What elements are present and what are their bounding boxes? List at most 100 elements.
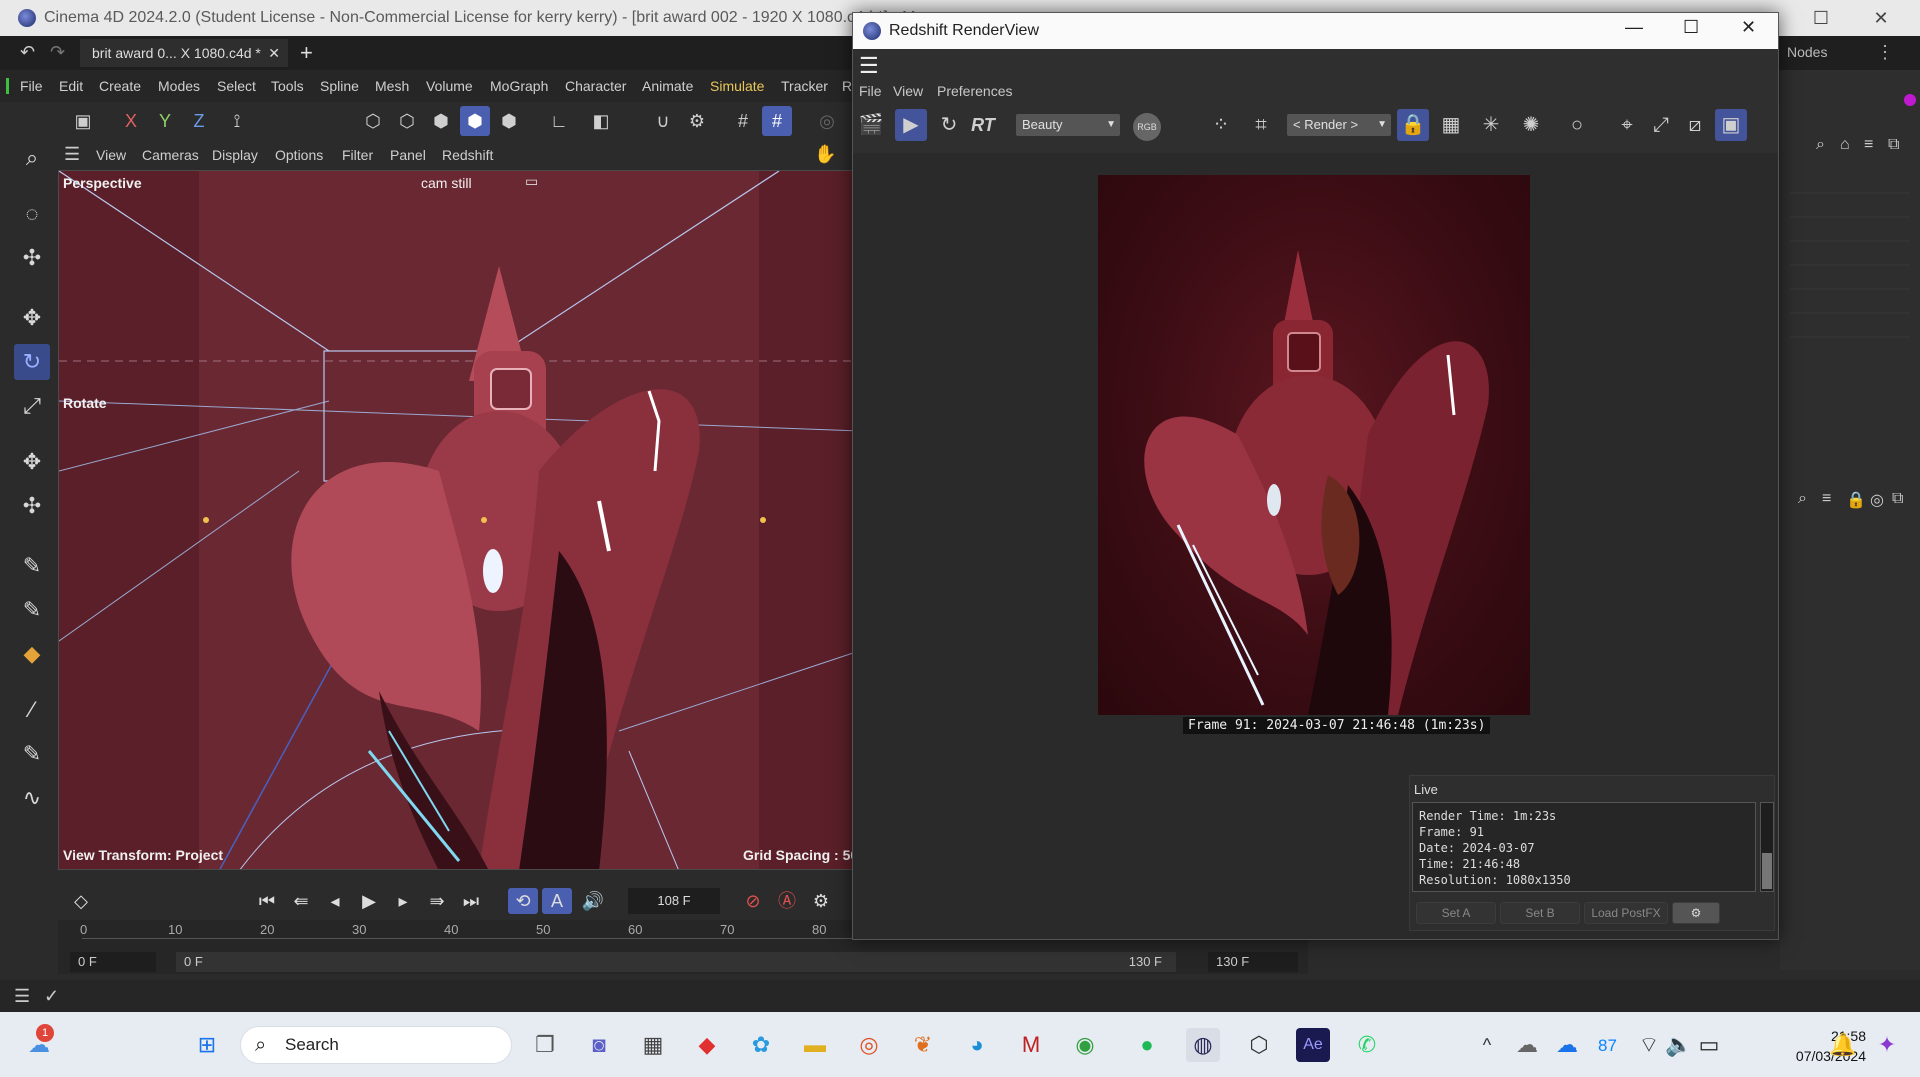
scale-icon[interactable]: ⤢ — [14, 388, 50, 424]
current-frame-field[interactable]: 108 F — [628, 888, 720, 914]
weight-icon[interactable]: ∿ — [14, 780, 50, 816]
filter-icon[interactable]: ≡ — [1822, 490, 1831, 508]
windows-start-icon[interactable]: ⊞ — [190, 1028, 224, 1062]
vp-menu-redshift[interactable]: Redshift — [442, 147, 493, 163]
set-a-button[interactable]: Set A — [1416, 902, 1496, 924]
uv-mode-icon[interactable]: ⬢ — [494, 106, 524, 136]
redo-icon[interactable]: ↷ — [50, 42, 65, 63]
volume-icon[interactable]: 🔈 — [1662, 1028, 1696, 1062]
cinema4d-taskbar-icon[interactable]: ◍ — [1186, 1028, 1220, 1062]
rs-menu-file[interactable]: File — [859, 83, 882, 99]
loop-icon[interactable]: ⟲ — [508, 888, 538, 914]
viewport-name[interactable]: Perspective — [63, 175, 142, 191]
mcafee-icon[interactable]: M — [1014, 1028, 1048, 1062]
rt-mode-icon[interactable]: RT — [967, 109, 999, 141]
postfx-settings-icon[interactable]: ⚙ — [1672, 902, 1720, 924]
new-window-icon[interactable]: ⧉ — [1888, 136, 1899, 154]
scrollbar-thumb[interactable] — [1762, 853, 1772, 889]
bucket-grid-icon[interactable]: ▦ — [1435, 109, 1467, 141]
magnet-icon[interactable]: ∪ — [648, 106, 678, 136]
rs-hamburger-icon[interactable]: ☰ — [859, 53, 879, 79]
nodes-label[interactable]: Nodes — [1787, 44, 1827, 60]
edge-icon[interactable]: ◕ — [960, 1028, 994, 1062]
vp-menu-panel[interactable]: Panel — [390, 147, 426, 163]
axis-mode-icon[interactable]: ∟ — [544, 106, 574, 136]
menu-modes[interactable]: Modes — [158, 78, 200, 94]
menu-edit[interactable]: Edit — [59, 78, 83, 94]
load-postfx-button[interactable]: Load PostFX — [1584, 902, 1668, 924]
viewport-camera[interactable]: cam still — [421, 175, 472, 191]
hamburger-icon[interactable]: ☰ — [64, 144, 80, 165]
copilot-icon[interactable]: ✦ — [1870, 1028, 1904, 1062]
cubes-icon[interactable]: ◆ — [14, 636, 50, 672]
zoom-search-icon[interactable]: ⌕ — [14, 140, 50, 176]
compare-icon[interactable]: ⧄ — [1679, 109, 1711, 141]
max-frame-field[interactable]: 130 F — [1208, 952, 1298, 972]
onedrive-icon[interactable]: ☁ — [1550, 1028, 1584, 1062]
status-menu-icon[interactable]: ☰ — [14, 986, 30, 1007]
points-mode-icon[interactable]: ⬡ — [358, 106, 388, 136]
vp-menu-options[interactable]: Options — [275, 147, 323, 163]
select-tools-icon[interactable]: ✣ — [14, 240, 50, 276]
image-snapshot-icon[interactable]: ▣ — [1715, 109, 1747, 141]
status-check-icon[interactable]: ✓ — [44, 986, 59, 1007]
target-icon[interactable]: ◎ — [1870, 490, 1884, 510]
menu-animate[interactable]: Animate — [642, 78, 693, 94]
crop-icon[interactable]: ⌗ — [1245, 109, 1277, 141]
info-scrollbar[interactable] — [1760, 802, 1774, 892]
coordinate-system-icon[interactable]: ⟟ — [222, 106, 252, 136]
filter-icon[interactable]: ≡ — [1864, 136, 1873, 154]
close-tab-icon[interactable]: ✕ — [268, 39, 280, 67]
lock-icon[interactable]: 🔒 — [1846, 490, 1866, 510]
knife-icon[interactable]: ✎ — [14, 736, 50, 772]
polygons-mode-icon[interactable]: ⬢ — [426, 106, 456, 136]
vp-menu-view[interactable]: View — [96, 147, 126, 163]
app-creative-icon[interactable]: ✿ — [744, 1028, 778, 1062]
clapper-icon[interactable]: 🎬 — [855, 109, 887, 141]
transform-icon[interactable]: ✥ — [14, 444, 50, 480]
auto-key-icon[interactable]: A — [542, 888, 572, 914]
camera-icon[interactable]: ▭ — [525, 173, 538, 190]
vp-menu-filter[interactable]: Filter — [342, 147, 373, 163]
menu-character[interactable]: Character — [565, 78, 626, 94]
rs-maximize-button[interactable]: ☐ — [1683, 17, 1699, 38]
task-view-icon[interactable]: ❐ — [528, 1028, 562, 1062]
y-axis-lock-icon[interactable]: Y — [150, 106, 180, 136]
previous-key-icon[interactable]: ⇚ — [286, 888, 316, 914]
focus-icon[interactable]: ⌖ — [1611, 109, 1643, 141]
circle-icon[interactable]: ○ — [1561, 109, 1593, 141]
render-canvas[interactable]: Frame 91: 2024-03-07 21:46:48 (1m:23s) — [853, 153, 1778, 763]
spline-pen-icon[interactable]: ✎ — [14, 548, 50, 584]
home-icon[interactable]: ⌂ — [1840, 136, 1850, 154]
fit-icon[interactable]: ⤢ — [1645, 109, 1677, 141]
rs-close-button[interactable]: ✕ — [1741, 17, 1756, 38]
frame-range-slider[interactable]: 0 F 130 F — [176, 952, 1176, 972]
keyframe-diamond-icon[interactable]: ◇ — [66, 888, 96, 914]
taskbar-search[interactable]: ⌕ Search — [240, 1026, 512, 1064]
menu-tools[interactable]: Tools — [271, 78, 304, 94]
menu-volume[interactable]: Volume — [426, 78, 473, 94]
x-axis-lock-icon[interactable]: X — [116, 106, 146, 136]
notification-bell-icon[interactable]: 🔔 — [1826, 1028, 1860, 1062]
new-tab-icon[interactable]: + — [300, 40, 313, 66]
menu-create[interactable]: Create — [99, 78, 141, 94]
rs-menu-view[interactable]: View — [893, 83, 923, 99]
menu-select[interactable]: Select — [217, 78, 256, 94]
new-window-icon[interactable]: ⧉ — [1892, 490, 1903, 508]
live-select-icon[interactable]: ◌ — [14, 196, 50, 232]
play-icon[interactable]: ▶ — [354, 888, 384, 914]
edges-mode-icon[interactable]: ⬡ — [392, 106, 422, 136]
rgb-channel-button[interactable]: RGB — [1133, 113, 1161, 141]
aov-dropdown[interactable]: Beauty ▼ — [1016, 114, 1120, 136]
app-diamond-icon[interactable]: ◆ — [690, 1028, 724, 1062]
c4d-close-button[interactable]: ✕ — [1852, 0, 1910, 36]
menu-simulate[interactable]: Simulate — [710, 78, 764, 94]
paint-brush-icon[interactable]: ⁄ — [14, 692, 50, 728]
next-frame-icon[interactable]: ▸ — [388, 888, 418, 914]
z-axis-lock-icon[interactable]: Z — [184, 106, 214, 136]
rs-minimize-button[interactable]: — — [1625, 17, 1643, 38]
store-icon[interactable]: ▦ — [636, 1028, 670, 1062]
record-icon[interactable]: ⊘ — [738, 888, 768, 914]
go-to-start-icon[interactable]: ⏮ — [252, 888, 282, 914]
menu-tracker[interactable]: Tracker — [781, 78, 828, 94]
